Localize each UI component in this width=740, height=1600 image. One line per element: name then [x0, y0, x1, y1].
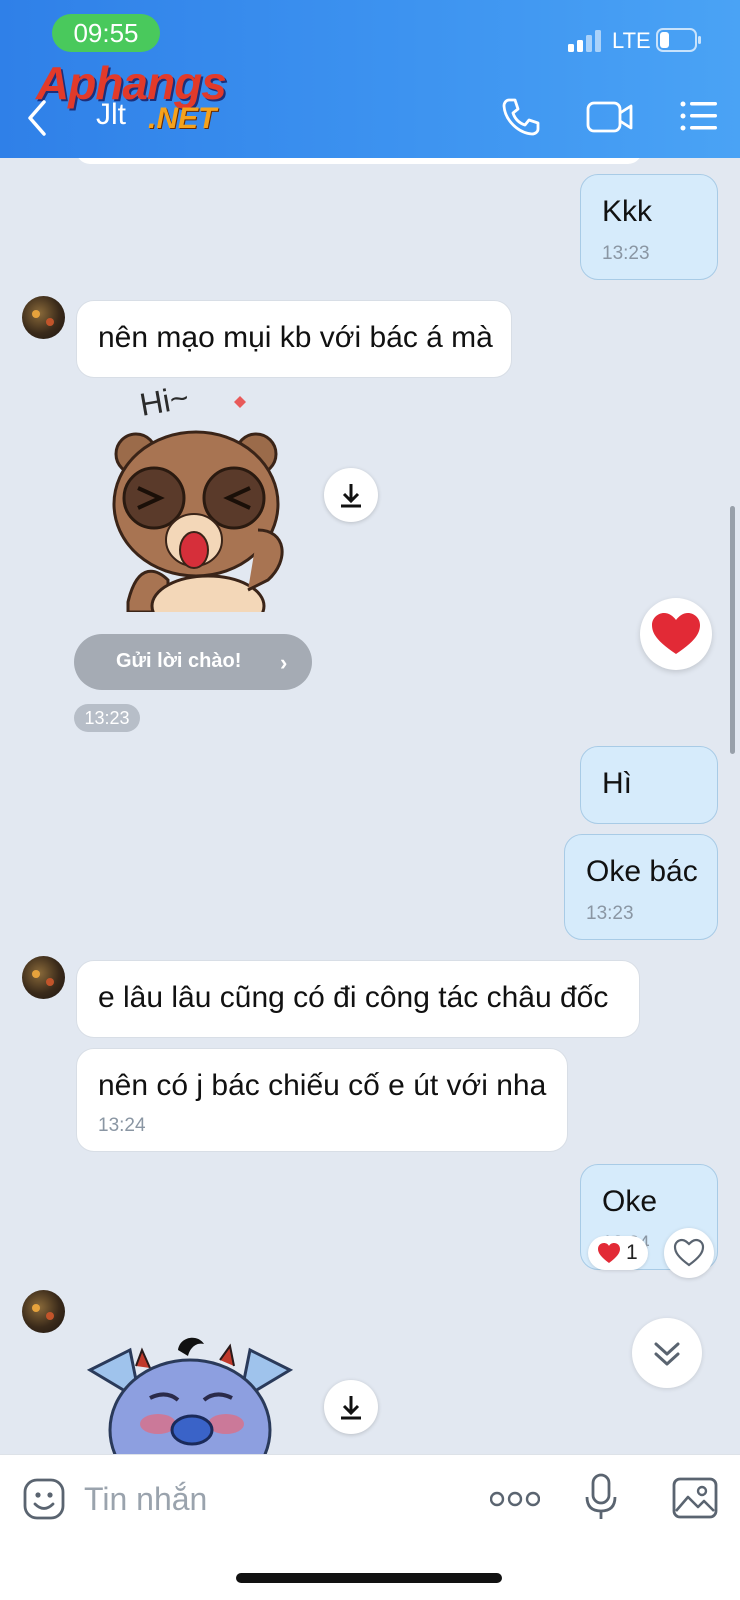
watermark-sub: .NET — [148, 102, 217, 135]
greeting-label: Gửi lời chào! — [116, 650, 242, 672]
message-time: 13:23 — [602, 243, 650, 264]
phone-icon[interactable] — [500, 96, 542, 138]
previous-message-bubble — [76, 158, 642, 164]
message-time: 13:23 — [586, 903, 634, 924]
message-text: nên mạo mụi kb với bác á mà — [98, 321, 493, 354]
send-greeting-button[interactable]: Gửi lời chào! › — [74, 634, 312, 690]
chevron-down-icon — [654, 1342, 680, 1366]
video-icon[interactable] — [586, 98, 634, 136]
message-bubble-outgoing[interactable]: Kkk 13:23 — [580, 174, 718, 280]
home-indicator — [236, 1573, 502, 1583]
microphone-icon[interactable] — [584, 1473, 618, 1521]
heart-icon — [598, 1243, 620, 1263]
blue-monster-sticker[interactable] — [80, 1330, 300, 1454]
download-icon — [341, 1396, 361, 1420]
message-text: nên có j bác chiếu cố e út với nha — [98, 1069, 547, 1102]
message-text: Hì — [602, 767, 632, 800]
download-sticker-button[interactable] — [324, 1380, 378, 1434]
status-time: 09:55 — [52, 14, 160, 52]
message-time: 13:24 — [98, 1115, 146, 1136]
back-icon[interactable] — [22, 96, 52, 140]
contact-avatar[interactable] — [22, 296, 65, 339]
message-text: Oke bác — [586, 855, 698, 888]
message-bubble-outgoing[interactable]: Hì — [580, 746, 718, 824]
watermark-logo: Aphangs .NET — [36, 56, 266, 140]
message-bubble-outgoing[interactable]: Oke bác 13:23 — [564, 834, 718, 940]
scroll-to-bottom-button[interactable] — [632, 1318, 702, 1388]
chevron-right-icon: › — [280, 650, 288, 675]
heart-icon — [652, 613, 700, 654]
like-button[interactable] — [664, 1228, 714, 1278]
composer-bar — [0, 1454, 740, 1600]
emoji-icon[interactable] — [22, 1477, 66, 1521]
contact-avatar[interactable] — [22, 956, 65, 999]
message-bubble-incoming[interactable]: nên mạo mụi kb với bác á mà — [76, 300, 512, 378]
sticker-time: 13:23 — [74, 704, 140, 732]
message-bubble-incoming[interactable]: nên có j bác chiếu cố e út với nha 13:24 — [76, 1048, 568, 1152]
reaction-badge[interactable]: 1 — [588, 1236, 648, 1270]
bear-sticker[interactable]: Hi~ — [108, 380, 298, 612]
message-input[interactable] — [84, 1475, 444, 1523]
more-icon[interactable] — [490, 1489, 540, 1509]
battery-icon — [656, 28, 701, 52]
download-sticker-button[interactable] — [324, 468, 378, 522]
heart-outline-icon — [673, 1238, 705, 1267]
download-icon — [341, 484, 361, 508]
message-text: Oke — [602, 1185, 658, 1218]
message-bubble-incoming[interactable]: e lâu lâu cũng có đi công tác châu đốc — [76, 960, 640, 1038]
chat-area[interactable]: Kkk 13:23 nên mạo mụi kb với bác á mà Hi… — [0, 158, 740, 1454]
sticker-text: Hi~ — [137, 380, 191, 423]
contact-name[interactable]: Jlt — [96, 98, 126, 132]
contact-avatar[interactable] — [22, 1290, 65, 1333]
image-icon[interactable] — [672, 1477, 718, 1519]
chat-header: 09:55 LTE Aphangs .NET Jlt — [0, 0, 740, 158]
menu-icon[interactable] — [680, 100, 718, 132]
network-type: LTE — [612, 28, 651, 53]
message-text: e lâu lâu cũng có đi công tác châu đốc — [98, 981, 609, 1014]
message-text: Kkk — [602, 195, 653, 228]
scrollbar[interactable] — [730, 506, 735, 754]
reaction-count: 1 — [626, 1241, 638, 1264]
signal-icon — [568, 30, 601, 52]
heart-reaction-button[interactable] — [640, 598, 712, 670]
